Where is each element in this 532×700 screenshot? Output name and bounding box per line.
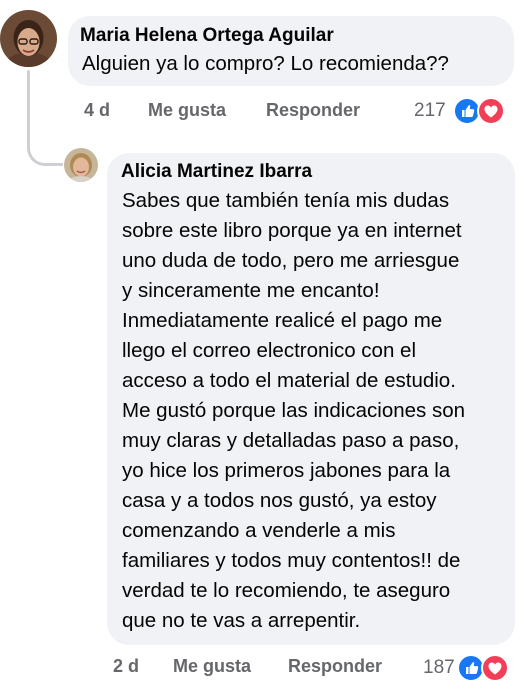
love-icon <box>481 654 509 682</box>
reply-line: casa y a todos nos gustó, ya estoy <box>122 489 437 512</box>
reply-line: Sabes que también tenía mis dudas <box>122 189 450 212</box>
reply-line: Me gustó porque las indicaciones son <box>122 399 466 422</box>
like-button[interactable]: Me gusta <box>173 656 251 677</box>
reply-line: y sinceramente me encanto! <box>122 279 380 302</box>
reaction-count[interactable]: 187 <box>423 657 455 679</box>
reply-line: yo hice los primeros jabones para la <box>122 459 451 482</box>
thread-connector <box>27 126 63 166</box>
reply-line: verdad te lo recomiendo, te aseguro <box>122 579 451 602</box>
reply-text: Sabes que también tenía mis dudas sobre … <box>122 186 512 636</box>
avatar[interactable] <box>64 148 98 182</box>
reply-button[interactable]: Responder <box>288 656 382 677</box>
reply-age[interactable]: 2 d <box>113 656 139 677</box>
reply-line: familiares y todos muy contentos!! de <box>122 549 461 572</box>
comment-author[interactable]: Maria Helena Ortega Aguilar <box>80 25 334 47</box>
reply-line: Inmediatamente realicé el pago me <box>122 309 443 332</box>
love-icon <box>477 97 505 125</box>
reply-author[interactable]: Alicia Martinez Ibarra <box>121 161 312 183</box>
reply-button[interactable]: Responder <box>266 100 360 121</box>
reply-line: comenzando a venderle a mis <box>122 519 396 542</box>
comment-text: Alguien ya lo compro? Lo recomienda?? <box>82 52 449 75</box>
avatar[interactable] <box>0 10 57 67</box>
reply-bubble: Alicia Martinez Ibarra Sabes que también… <box>107 153 515 645</box>
reply-line: uno duda de todo, pero me arriesgue <box>122 249 460 272</box>
reply-line: sobre este libro porque ya en internet <box>122 219 462 242</box>
reply-line: acceso a todo el material de estudio. <box>122 369 456 392</box>
reply-line: muy claras y detalladas paso a paso, <box>122 429 460 452</box>
like-button[interactable]: Me gusta <box>148 100 226 121</box>
comment-age[interactable]: 4 d <box>84 100 110 121</box>
reaction-count[interactable]: 217 <box>414 100 446 122</box>
comment-bubble: Maria Helena Ortega Aguilar Alguien ya l… <box>68 16 514 86</box>
reply-line: que no te vas a arrepentir. <box>122 609 361 632</box>
reply-line: llego el correo electronico con el <box>122 339 416 362</box>
